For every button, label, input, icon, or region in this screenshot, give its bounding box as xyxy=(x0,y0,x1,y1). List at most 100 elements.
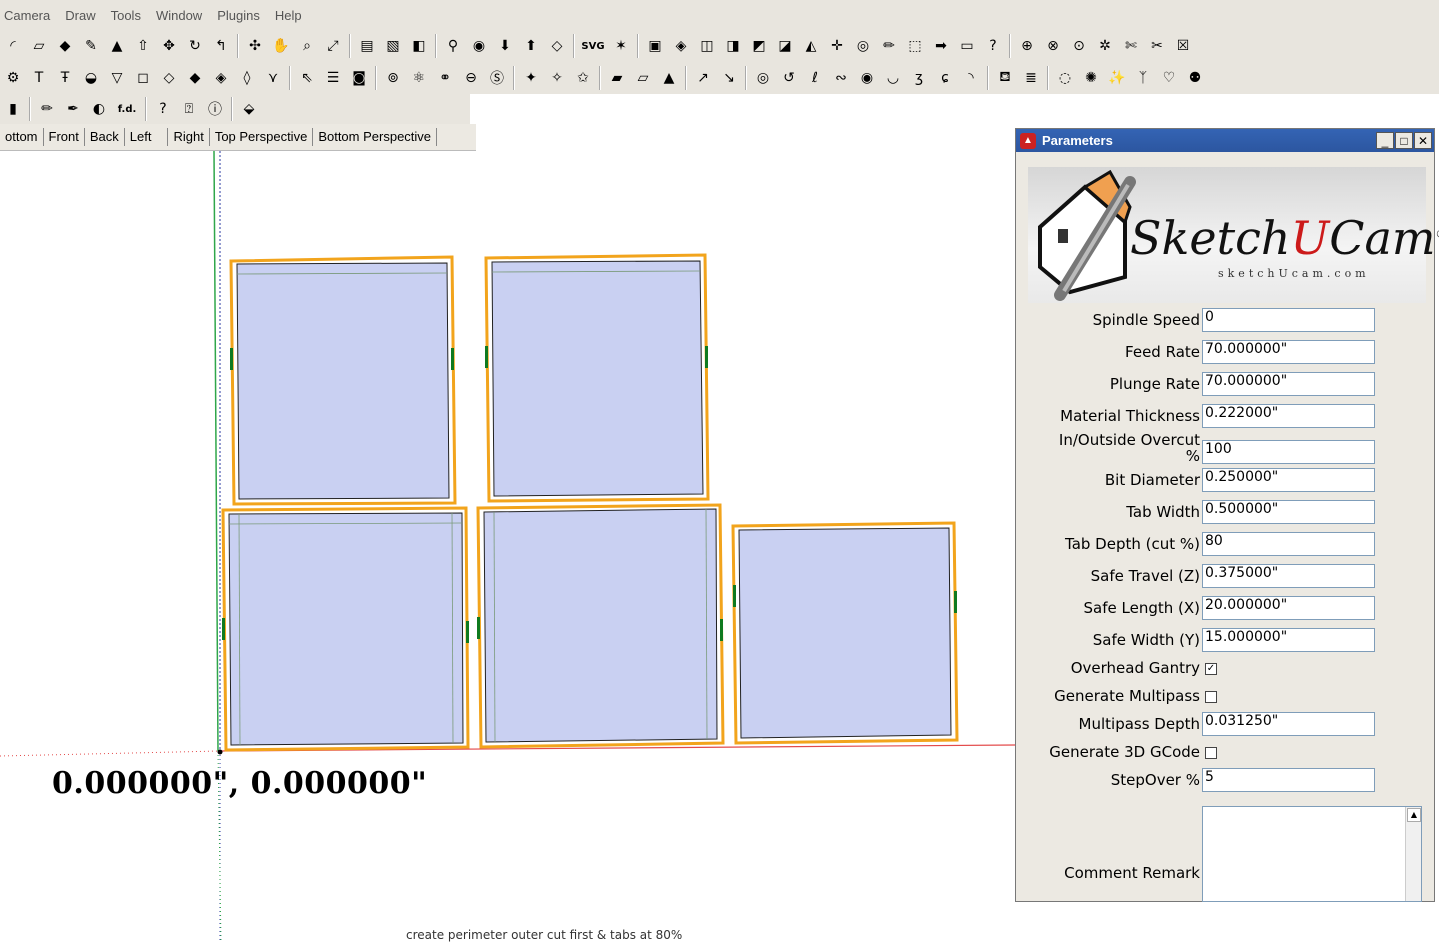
target3-icon[interactable]: ⊙ xyxy=(1068,35,1090,57)
spiral7-icon[interactable]: ʒ xyxy=(908,67,930,89)
arrow1-icon[interactable]: ↗ xyxy=(692,67,714,89)
menu-plugins[interactable]: Plugins xyxy=(217,8,260,23)
bucket-icon[interactable]: ⬙ xyxy=(238,98,260,120)
spiral3-icon[interactable]: ℓ xyxy=(804,67,826,89)
plugin-x-icon[interactable]: ✶ xyxy=(610,35,632,57)
material-thickness-input[interactable]: 0.222000" xyxy=(1202,404,1375,428)
star3-icon[interactable]: ✩ xyxy=(572,67,594,89)
help-user-icon[interactable]: ⍰ xyxy=(178,98,200,120)
spiral6-icon[interactable]: ◡ xyxy=(882,67,904,89)
top-view-icon[interactable]: ◫ xyxy=(696,35,718,57)
tab-bottom[interactable]: ottom xyxy=(0,128,44,146)
panel-top-right[interactable] xyxy=(484,253,710,503)
arrow-right-icon[interactable]: ➡ xyxy=(930,35,952,57)
close-red-icon[interactable]: ☒ xyxy=(1172,35,1194,57)
toggle-icon[interactable]: ◙ xyxy=(348,67,370,89)
info-icon[interactable]: ⓘ xyxy=(204,98,226,120)
zoom-extents-icon[interactable]: ⤢ xyxy=(322,35,344,57)
share-icon[interactable]: ⬆ xyxy=(520,35,542,57)
cursor-icon[interactable]: ⬚ xyxy=(904,35,926,57)
circle-dots-icon[interactable]: ◌ xyxy=(1054,67,1076,89)
gear-icon[interactable]: ✲ xyxy=(1094,35,1116,57)
arrow2-icon[interactable]: ↘ xyxy=(718,67,740,89)
medal-icon[interactable]: ⚉ xyxy=(1184,67,1206,89)
target2-icon[interactable]: ⊗ xyxy=(1042,35,1064,57)
follow-me-icon[interactable]: ↰ xyxy=(210,35,232,57)
component-icon[interactable]: ◧ xyxy=(408,35,430,57)
outside-icon[interactable]: ◆ xyxy=(184,67,206,89)
tab-icon[interactable]: ⊚ xyxy=(382,67,404,89)
tcut-icon[interactable]: T xyxy=(28,67,50,89)
comment-remark-textarea[interactable]: ▲ xyxy=(1202,806,1422,902)
stepover-input[interactable]: 5 xyxy=(1202,768,1375,792)
svg-icon[interactable]: SVG xyxy=(580,35,606,57)
close-button[interactable]: ✕ xyxy=(1414,132,1432,149)
drill-icon[interactable]: ▽ xyxy=(106,67,128,89)
dialog-titlebar[interactable]: ▲ Parameters _ □ ✕ xyxy=(1016,129,1434,152)
back-view-icon[interactable]: ◪ xyxy=(774,35,796,57)
panel-bottom-left[interactable] xyxy=(221,506,470,752)
pencil-small-icon[interactable]: ✏ xyxy=(36,98,58,120)
plunge-rate-input[interactable]: 70.000000" xyxy=(1202,372,1375,396)
minimize-button[interactable]: _ xyxy=(1376,132,1394,149)
spindle-icon[interactable]: ⚛ xyxy=(408,67,430,89)
fog-icon[interactable]: ◎ xyxy=(852,35,874,57)
fd-icon[interactable]: f.d. xyxy=(114,98,140,120)
spiral2-icon[interactable]: ↺ xyxy=(778,67,800,89)
tape-icon[interactable]: ✎ xyxy=(80,35,102,57)
left-view-icon[interactable]: ◭ xyxy=(800,35,822,57)
maximize-button[interactable]: □ xyxy=(1395,132,1413,149)
panel-bottom-middle[interactable] xyxy=(476,503,725,749)
heart-icon[interactable]: ♡ xyxy=(1158,67,1180,89)
orbit-icon[interactable]: ✣ xyxy=(244,35,266,57)
arc-icon[interactable]: ◜ xyxy=(2,35,24,57)
pencil-icon[interactable]: ✏ xyxy=(878,35,900,57)
eraser-icon[interactable]: ▱ xyxy=(28,35,50,57)
target-icon[interactable]: ⊕ xyxy=(1016,35,1038,57)
pocket-icon[interactable]: ◒ xyxy=(80,67,102,89)
pan-icon[interactable]: ✋ xyxy=(270,35,292,57)
chamfer-icon[interactable]: ◊ xyxy=(236,67,258,89)
spiral5-icon[interactable]: ◉ xyxy=(856,67,878,89)
spiral9-icon[interactable]: ◝ xyxy=(960,67,982,89)
menu-window[interactable]: Window xyxy=(156,8,202,23)
svg-import-icon[interactable]: Ⓢ xyxy=(486,67,508,89)
comment-scrollbar[interactable]: ▲ xyxy=(1405,807,1421,901)
spiral4-icon[interactable]: ∾ xyxy=(830,67,852,89)
help-circle-icon[interactable]: ? xyxy=(152,98,174,120)
right-view-icon[interactable]: ◩ xyxy=(748,35,770,57)
tab-bottom-perspective[interactable]: Bottom Perspective xyxy=(313,128,438,146)
extension-icon[interactable]: ◇ xyxy=(546,35,568,57)
tcut2-icon[interactable]: Ŧ xyxy=(54,67,76,89)
menu-draw[interactable]: Draw xyxy=(65,8,95,23)
paint-icon[interactable]: ▲ xyxy=(106,35,128,57)
help-icon[interactable]: ? xyxy=(982,35,1004,57)
push-pull-icon[interactable]: ⇧ xyxy=(132,35,154,57)
overhead-gantry-checkbox[interactable]: ✓ xyxy=(1205,663,1217,675)
multi-icon[interactable]: ⚭ xyxy=(434,67,456,89)
stack-icon[interactable]: ≣ xyxy=(1020,67,1042,89)
feed-rate-input[interactable]: 70.000000" xyxy=(1202,340,1375,364)
front-view-icon[interactable]: ◨ xyxy=(722,35,744,57)
generate-multipass-checkbox[interactable] xyxy=(1205,691,1217,703)
eraser-pink-icon[interactable]: ◆ xyxy=(54,35,76,57)
menu-camera[interactable]: Camera xyxy=(4,8,50,23)
panel-bottom-right[interactable] xyxy=(731,521,959,745)
tab-right[interactable]: Right xyxy=(168,128,210,146)
model-canvas[interactable] xyxy=(0,151,1015,943)
plot1-icon[interactable]: ▰ xyxy=(606,67,628,89)
spiral8-icon[interactable]: ɕ xyxy=(934,67,956,89)
star1-icon[interactable]: ✦ xyxy=(520,67,542,89)
figure-icon[interactable]: ᛉ xyxy=(1132,67,1154,89)
vcarve-icon[interactable]: ⋎ xyxy=(262,67,284,89)
select-icon[interactable]: ⇖ xyxy=(296,67,318,89)
tab-depth-cut-input[interactable]: 80 xyxy=(1202,532,1375,556)
plot2-icon[interactable]: ▱ xyxy=(632,67,654,89)
rotate-icon[interactable]: ↻ xyxy=(184,35,206,57)
scroll-up-icon[interactable]: ▲ xyxy=(1407,808,1421,822)
list-icon[interactable]: ☰ xyxy=(322,67,344,89)
spiral1-icon[interactable]: ◎ xyxy=(752,67,774,89)
layer-icon[interactable]: ▧ xyxy=(382,35,404,57)
model-viewport[interactable]: 0.000000", 0.000000" create perimeter ou… xyxy=(0,151,1015,943)
cut-icon[interactable]: ✄ xyxy=(1120,35,1142,57)
